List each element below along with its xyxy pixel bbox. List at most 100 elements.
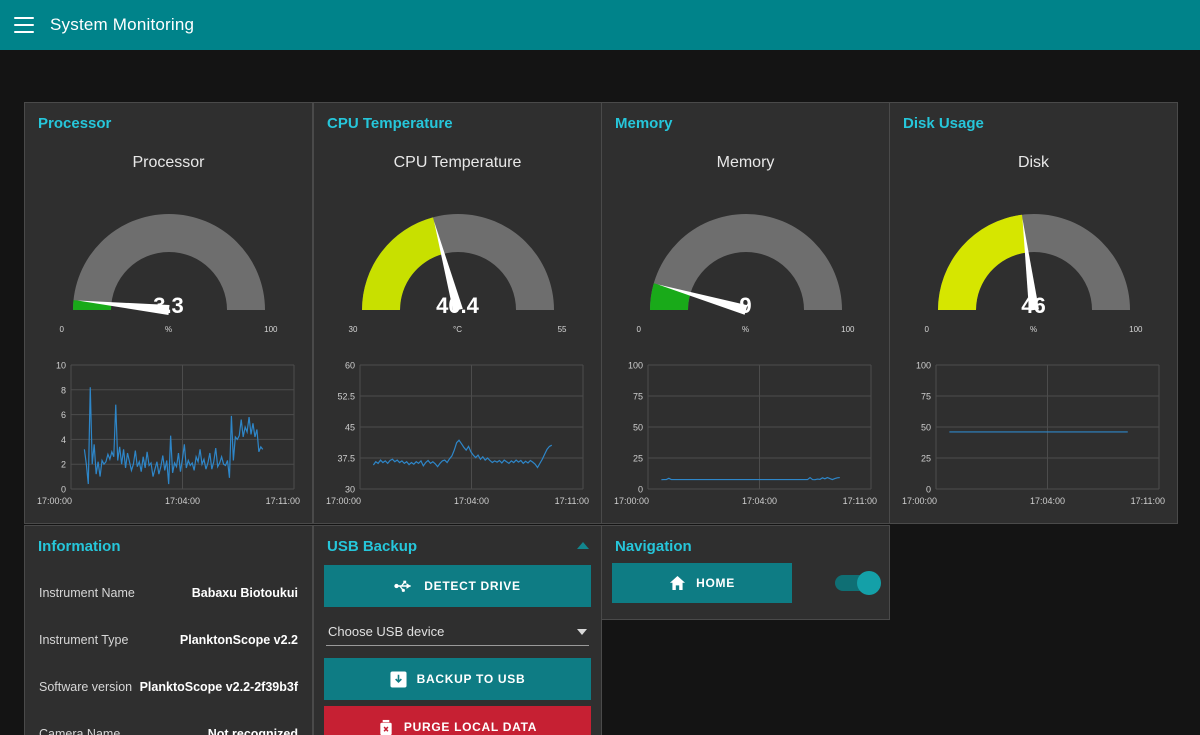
- svg-text:17:11:00: 17:11:00: [843, 496, 877, 506]
- svg-text:0: 0: [926, 485, 931, 495]
- svg-text:52.5: 52.5: [337, 392, 355, 402]
- svg-text:2: 2: [61, 460, 66, 470]
- card-disk-usage: Disk Usage Disk 46 0 % 100 025507510017:…: [889, 102, 1178, 524]
- chart-disk: 025507510017:00:0017:04:0017:11:00: [900, 355, 1167, 515]
- chart-cpu-temperature: 3037.54552.56017:00:0017:04:0017:11:00: [324, 355, 591, 515]
- home-button[interactable]: HOME: [612, 563, 792, 603]
- svg-text:4: 4: [61, 435, 66, 445]
- svg-text:17:04:00: 17:04:00: [165, 496, 200, 506]
- gauge-label-cpu-temperature: CPU Temperature: [314, 154, 601, 172]
- svg-text:100: 100: [916, 361, 931, 371]
- card-title-memory: Memory: [602, 103, 889, 132]
- svg-text:0: 0: [638, 485, 643, 495]
- info-row-instrument-name: Instrument Name Babaxu Biotoukui: [39, 569, 298, 616]
- svg-text:17:00:00: 17:00:00: [614, 496, 649, 506]
- svg-text:25: 25: [633, 454, 643, 464]
- info-row-software-version: Software version PlanktoScope v2.2-2f39b…: [39, 663, 298, 710]
- app-header: System Monitoring: [0, 0, 1200, 50]
- gauge-ticks-cpu-temperature: 30 °C 55: [343, 325, 573, 341]
- info-key: Camera Name: [39, 727, 120, 735]
- backup-to-usb-label: BACKUP TO USB: [417, 672, 526, 686]
- gauge-label-processor: Processor: [25, 154, 312, 172]
- svg-text:75: 75: [633, 392, 643, 402]
- save-icon: [390, 671, 407, 688]
- home-icon: [669, 575, 686, 591]
- gauge-unit-label: %: [165, 325, 172, 334]
- gauge-max-label: 100: [264, 325, 277, 334]
- chevron-down-icon: [577, 629, 587, 635]
- card-usb-backup: USB Backup DETECT DRIVE Choose USB devic…: [313, 525, 602, 735]
- info-key: Software version: [39, 680, 132, 694]
- svg-text:8: 8: [61, 385, 66, 395]
- gauge-min-label: 0: [60, 325, 64, 334]
- gauge-min-label: 30: [349, 325, 358, 334]
- gauge-label-disk: Disk: [890, 154, 1177, 172]
- gauge-processor: 3.3: [54, 190, 284, 325]
- gauge-min-label: 0: [637, 325, 641, 334]
- svg-text:25: 25: [921, 454, 931, 464]
- home-button-label: HOME: [696, 576, 735, 590]
- info-value: PlanktoScope v2.2-2f39b3f: [140, 680, 298, 694]
- gauge-value-memory: 9: [631, 293, 861, 319]
- svg-text:37.5: 37.5: [337, 454, 355, 464]
- gauge-ticks-memory: 0 % 100: [631, 325, 861, 341]
- gauge-label-memory: Memory: [602, 154, 889, 172]
- usb-backup-header: USB Backup: [314, 526, 601, 555]
- svg-text:100: 100: [628, 361, 643, 371]
- card-memory: Memory Memory 9 0 % 100 0 25 50 75 100 17:00:…: [601, 102, 890, 524]
- svg-text:50: 50: [921, 423, 931, 433]
- backup-to-usb-button[interactable]: BACKUP TO USB: [324, 658, 591, 700]
- gauge-max-label: 100: [1129, 325, 1142, 334]
- gauge-unit-label: °C: [453, 325, 462, 334]
- hamburger-menu-icon[interactable]: [14, 17, 34, 33]
- card-title-navigation: Navigation: [602, 526, 889, 555]
- info-value: Not recognized: [208, 727, 298, 735]
- svg-text:17:04:00: 17:04:00: [742, 496, 777, 506]
- purge-local-data-button[interactable]: PURGE LOCAL DATA: [324, 706, 591, 735]
- info-key: Instrument Name: [39, 586, 135, 600]
- card-navigation: Navigation HOME: [601, 525, 890, 620]
- gauge-cpu-temperature: 40.4: [343, 190, 573, 325]
- gauge-disk: 46: [919, 190, 1149, 325]
- trash-icon: [378, 719, 394, 735]
- gauge-ticks-disk: 0 % 100: [919, 325, 1149, 341]
- usb-device-select-value: Choose USB device: [328, 624, 444, 639]
- svg-text:17:00:00: 17:00:00: [37, 496, 72, 506]
- usb-device-select[interactable]: Choose USB device: [326, 620, 589, 646]
- card-title-cpu-temperature: CPU Temperature: [314, 103, 601, 132]
- toggle-knob: [857, 571, 881, 595]
- svg-text:17:00:00: 17:00:00: [326, 496, 361, 506]
- svg-text:17:04:00: 17:04:00: [454, 496, 489, 506]
- svg-text:17:11:00: 17:11:00: [266, 496, 300, 506]
- svg-text:17:04:00: 17:04:00: [1030, 496, 1065, 506]
- svg-text:10: 10: [56, 361, 66, 371]
- gauge-value-processor: 3.3: [54, 293, 284, 319]
- gauge-ticks-processor: 0 % 100: [54, 325, 284, 341]
- chart-processor: 024681017:00:0017:04:0017:11:00: [35, 355, 302, 515]
- card-title-disk-usage: Disk Usage: [890, 103, 1177, 132]
- svg-text:17:00:00: 17:00:00: [902, 496, 937, 506]
- caret-up-icon[interactable]: [577, 542, 589, 549]
- info-row-instrument-type: Instrument Type PlanktonScope v2.2: [39, 616, 298, 663]
- svg-text:50: 50: [633, 423, 643, 433]
- gauge-memory: 9: [631, 190, 861, 325]
- detect-drive-label: DETECT DRIVE: [424, 579, 520, 593]
- info-value: PlanktonScope v2.2: [180, 633, 298, 647]
- navigation-toggle[interactable]: [835, 575, 879, 591]
- navigation-body: HOME: [602, 555, 889, 603]
- dashboard-grid: Processor Processor 3.3 0 % 100 02468101…: [0, 50, 1200, 735]
- info-key: Instrument Type: [39, 633, 128, 647]
- card-title-usb-backup: USB Backup: [314, 526, 417, 555]
- detect-drive-button[interactable]: DETECT DRIVE: [324, 565, 591, 607]
- information-rows: Instrument Name Babaxu Biotoukui Instrum…: [25, 555, 312, 735]
- gauge-min-label: 0: [925, 325, 929, 334]
- svg-text:17:11:00: 17:11:00: [1131, 496, 1165, 506]
- gauge-max-label: 55: [558, 325, 567, 334]
- info-row-camera-name: Camera Name Not recognized: [39, 710, 298, 735]
- gauge-max-label: 100: [841, 325, 854, 334]
- gauge-unit-label: %: [1030, 325, 1037, 334]
- chart-memory: 0 25 50 75 100 17:00:00 17:04:00 17:11:00: [612, 355, 879, 515]
- svg-text:45: 45: [345, 423, 355, 433]
- card-information: Information Instrument Name Babaxu Bioto…: [24, 525, 313, 735]
- card-title-information: Information: [25, 526, 312, 555]
